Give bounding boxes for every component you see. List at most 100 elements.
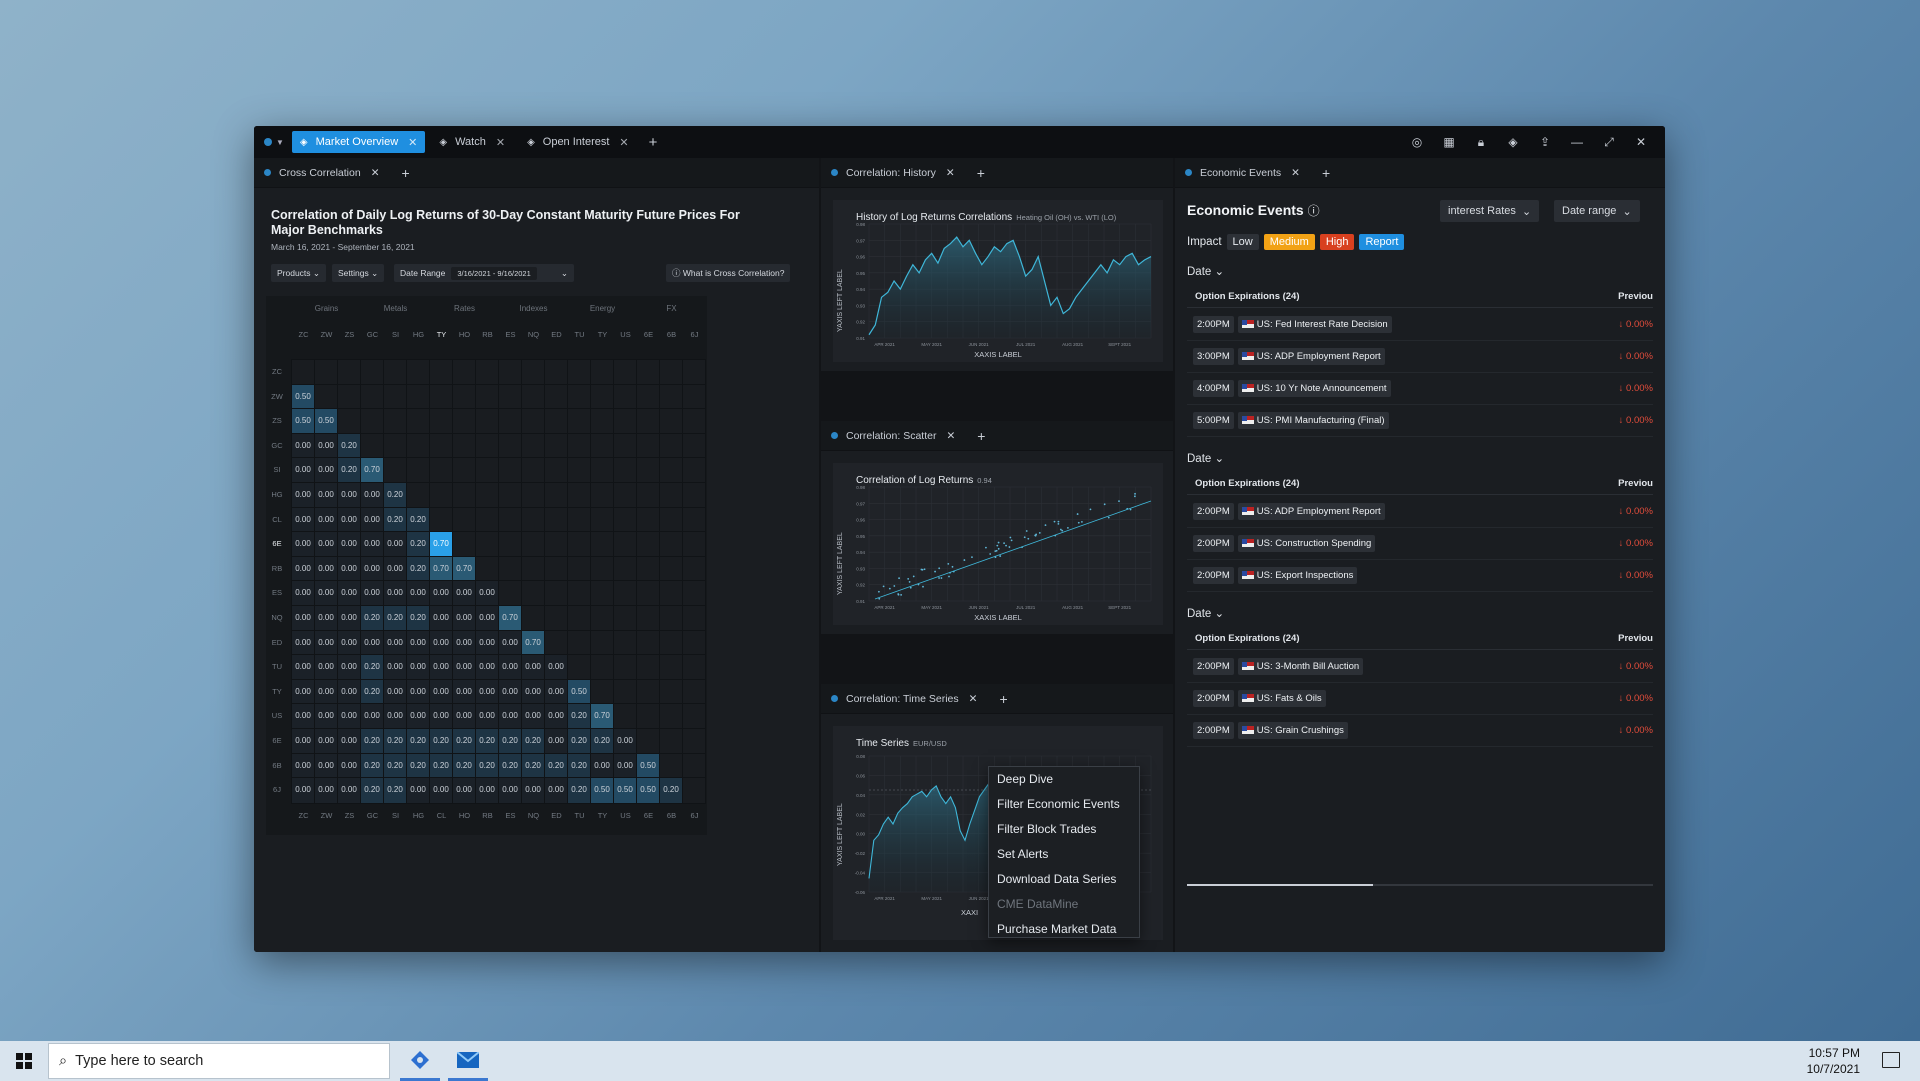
matrix-cell[interactable] xyxy=(383,359,407,386)
matrix-cell[interactable] xyxy=(590,678,614,706)
matrix-cell[interactable]: 0.70 xyxy=(429,531,453,558)
matrix-cell[interactable]: 0.20 xyxy=(452,752,476,780)
matrix-cell[interactable]: 0.00 xyxy=(475,703,499,730)
matrix-cell[interactable]: 0.00 xyxy=(360,506,384,534)
matrix-cell[interactable]: 0.20 xyxy=(521,728,545,755)
matrix-cell[interactable] xyxy=(682,408,706,435)
context-menu-item[interactable]: Deep Dive xyxy=(989,767,1139,792)
matrix-cell[interactable] xyxy=(590,580,614,607)
matrix-cell[interactable] xyxy=(590,408,614,435)
matrix-cell[interactable] xyxy=(383,432,407,460)
matrix-cell[interactable] xyxy=(475,359,499,386)
share-icon[interactable]: ⇪ xyxy=(1529,135,1561,149)
minimize-icon[interactable]: — xyxy=(1561,135,1593,149)
matrix-cell[interactable]: 0.20 xyxy=(567,703,591,730)
matrix-cell[interactable] xyxy=(475,432,499,460)
matrix-cell[interactable]: 0.00 xyxy=(406,654,430,681)
matrix-cell[interactable]: 0.00 xyxy=(521,654,545,681)
matrix-cell[interactable]: 0.50 xyxy=(567,678,591,706)
matrix-cell[interactable]: 0.00 xyxy=(360,703,384,730)
matrix-cell[interactable] xyxy=(613,482,637,509)
matrix-cell[interactable]: 0.00 xyxy=(521,703,545,730)
matrix-cell[interactable] xyxy=(636,703,660,730)
matrix-cell[interactable] xyxy=(544,432,568,460)
matrix-cell[interactable] xyxy=(429,432,453,460)
matrix-cell[interactable] xyxy=(659,678,683,706)
matrix-cell[interactable]: 0.20 xyxy=(383,728,407,755)
matrix-cell[interactable] xyxy=(521,531,545,558)
event-row[interactable]: 2:00PM US: Fed Interest Rate Decision ↓ 0.… xyxy=(1187,309,1653,341)
matrix-cell[interactable]: 0.20 xyxy=(360,605,384,632)
matrix-cell[interactable] xyxy=(613,359,637,386)
matrix-cell[interactable] xyxy=(544,408,568,435)
info-icon[interactable]: ⓘ xyxy=(1308,204,1320,218)
matrix-cell[interactable] xyxy=(682,432,706,460)
matrix-cell[interactable] xyxy=(567,383,591,411)
matrix-cell[interactable] xyxy=(498,383,522,411)
matrix-cell[interactable]: 0.00 xyxy=(613,752,637,780)
matrix-cell[interactable] xyxy=(475,506,499,534)
matrix-cell[interactable]: 0.20 xyxy=(360,752,384,780)
matrix-cell[interactable] xyxy=(613,703,637,730)
matrix-cell[interactable] xyxy=(406,408,430,435)
matrix-cell[interactable] xyxy=(406,457,430,484)
close-icon[interactable]: ✕ xyxy=(1291,167,1300,179)
matrix-cell[interactable] xyxy=(498,506,522,534)
date-range-picker[interactable]: Date Range 3/16/2021 - 9/16/2021 ⌄ xyxy=(394,264,574,282)
tab-correlation-scatter[interactable]: Correlation: Scatter ✕ xyxy=(831,430,955,442)
close-icon[interactable]: ✕ xyxy=(371,167,380,179)
matrix-cell[interactable] xyxy=(567,605,591,632)
matrix-cell[interactable]: 0.00 xyxy=(429,678,453,706)
matrix-cell[interactable] xyxy=(636,457,660,484)
matrix-cell[interactable] xyxy=(544,531,568,558)
tab-correlation-history[interactable]: Correlation: History ✕ xyxy=(831,167,955,179)
matrix-cell[interactable] xyxy=(636,580,660,607)
matrix-cell[interactable] xyxy=(682,605,706,632)
matrix-cell[interactable]: 0.20 xyxy=(544,752,568,780)
tab-watch[interactable]: ◈ Watch ✕ xyxy=(431,131,513,153)
matrix-cell[interactable]: 0.00 xyxy=(475,777,499,804)
matrix-cell[interactable] xyxy=(498,531,522,558)
matrix-cell[interactable] xyxy=(383,408,407,435)
matrix-cell[interactable]: 0.00 xyxy=(291,629,315,657)
matrix-cell[interactable] xyxy=(360,408,384,435)
matrix-cell[interactable] xyxy=(521,506,545,534)
matrix-cell[interactable] xyxy=(567,359,591,386)
matrix-cell[interactable]: 0.00 xyxy=(383,531,407,558)
matrix-cell[interactable]: 0.00 xyxy=(291,678,315,706)
matrix-cell[interactable] xyxy=(659,580,683,607)
matrix-cell[interactable]: 0.00 xyxy=(521,678,545,706)
matrix-cell[interactable]: 0.00 xyxy=(383,580,407,607)
matrix-cell[interactable]: 0.20 xyxy=(452,728,476,755)
matrix-cell[interactable]: 0.00 xyxy=(429,654,453,681)
matrix-cell[interactable]: 0.00 xyxy=(383,678,407,706)
matrix-cell[interactable]: 0.70 xyxy=(590,703,614,730)
matrix-cell[interactable]: 0.00 xyxy=(452,654,476,681)
matrix-cell[interactable]: 0.00 xyxy=(314,432,338,460)
matrix-cell[interactable]: 0.20 xyxy=(429,728,453,755)
layers-icon[interactable]: ◈ xyxy=(1497,135,1529,149)
matrix-cell[interactable]: 0.00 xyxy=(383,703,407,730)
target-icon[interactable]: ◎ xyxy=(1401,135,1433,149)
matrix-cell[interactable]: 0.00 xyxy=(291,531,315,558)
matrix-cell[interactable]: 0.20 xyxy=(659,777,683,804)
matrix-cell[interactable]: 0.00 xyxy=(544,703,568,730)
expand-icon[interactable]: ⤢ xyxy=(1593,135,1625,150)
matrix-cell[interactable] xyxy=(544,457,568,484)
matrix-cell[interactable] xyxy=(590,506,614,534)
matrix-cell[interactable]: 0.50 xyxy=(314,408,338,435)
products-dropdown[interactable]: Products ⌄ xyxy=(271,264,327,282)
matrix-cell[interactable]: 0.00 xyxy=(452,777,476,804)
matrix-cell[interactable]: 0.00 xyxy=(314,555,338,583)
add-panel-tab-button[interactable]: + xyxy=(999,691,1007,707)
matrix-cell[interactable] xyxy=(475,408,499,435)
matrix-cell[interactable] xyxy=(314,383,338,411)
matrix-cell[interactable] xyxy=(498,580,522,607)
matrix-cell[interactable]: 0.00 xyxy=(498,654,522,681)
matrix-cell[interactable]: 0.00 xyxy=(613,728,637,755)
matrix-cell[interactable]: 0.00 xyxy=(475,654,499,681)
matrix-cell[interactable]: 0.20 xyxy=(383,777,407,804)
matrix-cell[interactable]: 0.20 xyxy=(406,506,430,534)
matrix-cell[interactable] xyxy=(521,457,545,484)
matrix-cell[interactable]: 0.20 xyxy=(360,654,384,681)
